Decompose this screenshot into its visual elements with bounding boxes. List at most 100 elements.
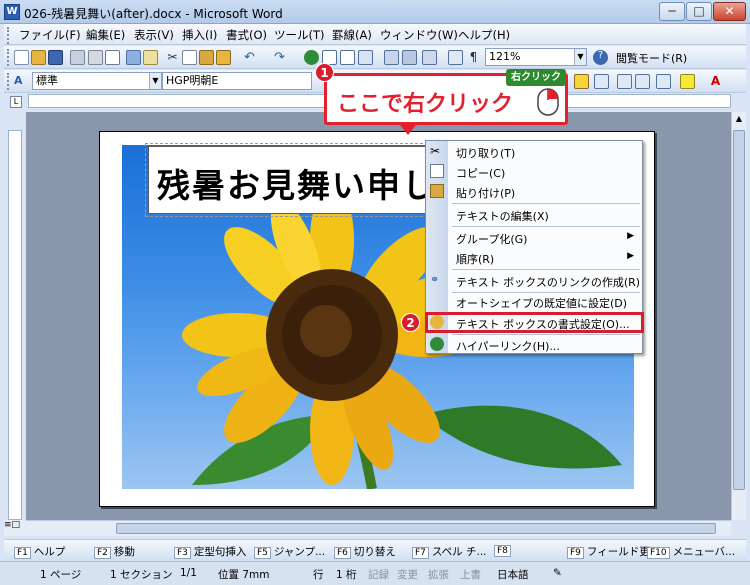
menu-insert[interactable]: 挿入(I) xyxy=(182,27,217,43)
open-folder-icon[interactable] xyxy=(31,50,46,65)
menu-item-cut[interactable]: ✂ 切り取り(T) xyxy=(426,141,642,162)
menu-file[interactable]: ファイル(F) xyxy=(19,27,81,43)
fkey-f10[interactable]: F10 メニューバ... xyxy=(647,544,735,559)
close-button[interactable]: ✕ xyxy=(713,2,746,21)
save-icon[interactable] xyxy=(48,50,63,65)
permission-icon[interactable] xyxy=(70,50,85,65)
step-2-badge: 2 xyxy=(401,313,420,332)
fkey-f5[interactable]: F5 ジャンプ... xyxy=(254,544,325,559)
fkey-f3[interactable]: F3 定型句挿入 xyxy=(174,544,246,559)
minimize-button[interactable]: ─ xyxy=(659,2,685,21)
hyperlink-icon[interactable] xyxy=(304,50,319,65)
menu-item-create-link[interactable]: ⚭ テキスト ボックスのリンクの作成(R) xyxy=(426,270,642,291)
title-bar: W 026-残暑見舞い(after).docx - Microsoft Word… xyxy=(0,0,750,24)
bullets-icon[interactable] xyxy=(635,74,650,89)
align-left-icon[interactable] xyxy=(574,74,589,89)
menu-bar: ファイル(F) 編集(E) 表示(V) 挿入(I) 書式(O) ツール(T) 罫… xyxy=(4,24,746,45)
fkey-f8[interactable]: F8 xyxy=(494,544,514,557)
paste-icon xyxy=(430,184,444,198)
paste-icon[interactable] xyxy=(199,50,214,65)
toolbar-grip[interactable] xyxy=(7,49,10,66)
vertical-ruler[interactable] xyxy=(8,130,22,520)
align-center-icon[interactable] xyxy=(594,74,609,89)
research-icon[interactable] xyxy=(143,50,158,65)
thumbnails-icon[interactable] xyxy=(448,50,463,65)
copy-icon[interactable] xyxy=(182,50,197,65)
function-key-bar: F1 ヘルプ F2 移動 F3 定型句挿入 F5 ジャンプ... F6 切り替え F7 スペ… xyxy=(4,539,746,560)
fkey-f2[interactable]: F2 移動 xyxy=(94,544,135,559)
menu-item-hyperlink[interactable]: ハイパーリンク(H)... xyxy=(426,334,642,355)
status-line: 行 xyxy=(313,569,324,581)
print-icon[interactable] xyxy=(88,50,103,65)
status-extend[interactable]: 拡張 xyxy=(428,567,449,582)
help-icon[interactable]: ? xyxy=(593,50,608,65)
scroll-thumb[interactable] xyxy=(733,130,745,490)
menu-item-paste[interactable]: 貼り付け(P) xyxy=(426,181,642,202)
cut-icon[interactable]: ✂ xyxy=(165,50,180,65)
status-page: 1 ページ xyxy=(40,569,82,581)
menu-edit[interactable]: 編集(E) xyxy=(86,27,125,43)
horizontal-scrollbar[interactable] xyxy=(26,520,731,536)
step-1-badge: 1 xyxy=(315,63,334,82)
status-record[interactable]: 記録 xyxy=(368,567,389,582)
vertical-scrollbar[interactable]: ▲ xyxy=(731,112,746,520)
view-buttons[interactable]: ≡□ xyxy=(4,520,26,536)
fkey-f6[interactable]: F6 切り替え xyxy=(334,544,396,559)
status-bar: 1 ページ 1 セクション 1/1 位置 7mm 行 1 桁 記録 変更 拡張 … xyxy=(0,561,750,585)
scroll-thumb[interactable] xyxy=(116,523,716,534)
callout-pointer xyxy=(400,125,416,135)
status-overtype[interactable]: 上書 xyxy=(460,567,481,582)
insert-excel-icon[interactable] xyxy=(358,50,373,65)
callout-text: ここで右クリック xyxy=(337,92,514,117)
status-pages: 1/1 xyxy=(180,567,197,579)
menu-table[interactable]: 罫線(A) xyxy=(332,27,372,43)
document-map-icon[interactable] xyxy=(422,50,437,65)
menu-window[interactable]: ウィンドウ(W) xyxy=(380,27,458,43)
insert-table-icon[interactable] xyxy=(340,50,355,65)
status-track-changes[interactable]: 変更 xyxy=(397,567,418,582)
menu-item-edit-text[interactable]: テキストの編集(X) xyxy=(426,204,642,225)
heading-text-box[interactable]: 残暑お見舞い申し xyxy=(145,143,463,217)
menu-item-copy[interactable]: コピー(C) xyxy=(426,161,642,182)
redo-icon[interactable]: ↷ xyxy=(272,50,287,65)
zoom-combo[interactable]: 121% ▼ xyxy=(485,48,587,66)
menu-item-order[interactable]: 順序(R) ▶ xyxy=(426,247,642,268)
reading-mode-button[interactable]: 閲覧モード(R) xyxy=(616,50,687,66)
chevron-down-icon[interactable]: ▼ xyxy=(149,73,161,89)
menu-grip[interactable] xyxy=(7,27,10,44)
status-position: 位置 7mm xyxy=(218,569,270,581)
tab-selector[interactable]: L xyxy=(10,96,22,108)
print-preview-icon[interactable] xyxy=(105,50,120,65)
maximize-button[interactable]: □ xyxy=(686,2,712,21)
highlight-icon[interactable] xyxy=(680,74,695,89)
format-painter-icon[interactable] xyxy=(216,50,231,65)
status-language: 日本語 xyxy=(497,569,529,581)
menu-tools[interactable]: ツール(T) xyxy=(274,27,325,43)
fkey-f7[interactable]: F7 スペル チ... xyxy=(412,544,487,559)
drawing-icon[interactable] xyxy=(402,50,417,65)
menu-help[interactable]: ヘルプ(H) xyxy=(458,27,510,43)
numbering-icon[interactable] xyxy=(617,74,632,89)
columns-icon[interactable] xyxy=(384,50,399,65)
fkey-f1[interactable]: F1 ヘルプ xyxy=(14,544,65,559)
styles-icon[interactable]: A xyxy=(14,74,29,89)
menu-format[interactable]: 書式(O) xyxy=(226,27,267,43)
show-hide-icon[interactable]: ¶ xyxy=(466,50,481,65)
scroll-up-icon[interactable]: ▲ xyxy=(733,114,745,126)
undo-icon[interactable]: ↶ xyxy=(242,50,257,65)
font-color-icon[interactable]: A xyxy=(708,74,723,89)
spelling-status-icon[interactable]: ✎ xyxy=(553,567,562,579)
fkey-f9[interactable]: F9 フィールド更 xyxy=(567,544,650,559)
spelling-icon[interactable] xyxy=(126,50,141,65)
toolbar-grip[interactable] xyxy=(7,73,10,90)
word-app-icon[interactable]: W xyxy=(4,4,20,20)
menu-item-group[interactable]: グループ化(G) ▶ xyxy=(426,227,642,248)
menu-view[interactable]: 表示(V) xyxy=(134,27,174,43)
font-combo[interactable]: HGP明朝E xyxy=(162,72,312,90)
indent-icon[interactable] xyxy=(656,74,671,89)
style-combo[interactable]: 標準 ▼ xyxy=(32,72,162,90)
link-icon: ⚭ xyxy=(430,273,440,286)
new-document-icon[interactable] xyxy=(14,50,29,65)
chevron-down-icon[interactable]: ▼ xyxy=(574,49,586,65)
menu-item-set-default[interactable]: オートシェイプの既定値に設定(D) xyxy=(426,291,642,312)
